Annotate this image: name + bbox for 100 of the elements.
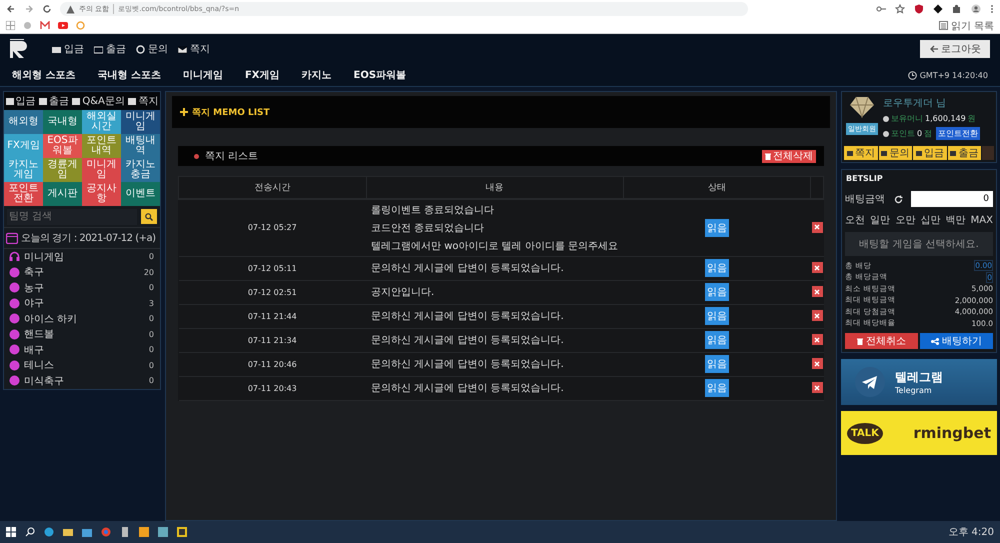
- top-link[interactable]: 입금: [52, 42, 84, 56]
- message-text[interactable]: 문의하신 게시글에 답변이 등록되었습니다.: [367, 355, 622, 373]
- top-link[interactable]: 문의: [136, 42, 168, 56]
- back-icon[interactable]: [6, 4, 16, 14]
- top-link[interactable]: 쪽지: [178, 42, 210, 56]
- refresh-icon[interactable]: [894, 194, 903, 204]
- browser-icon[interactable]: [44, 527, 54, 537]
- account-button[interactable]: 출금: [948, 146, 981, 160]
- convert-button[interactable]: 포인트전환: [936, 127, 980, 140]
- message-text[interactable]: 공지안입니다.: [367, 283, 622, 301]
- mail-icon[interactable]: [40, 21, 50, 30]
- delete-button[interactable]: [812, 262, 822, 274]
- video-icon[interactable]: [58, 21, 68, 30]
- nav-link[interactable]: 해외형 스포츠: [12, 68, 76, 82]
- delete-button[interactable]: [812, 222, 822, 233]
- amount-label: 배팅금액: [845, 193, 886, 206]
- search-icon: [145, 212, 153, 220]
- delete-button[interactable]: [812, 286, 822, 298]
- amount-button[interactable]: 십만: [920, 213, 940, 227]
- delete-button[interactable]: [812, 382, 822, 394]
- reload-icon[interactable]: [42, 4, 52, 14]
- amount-button[interactable]: 일만: [870, 213, 890, 227]
- delete-all-button[interactable]: 전체삭제: [762, 150, 816, 162]
- delete-button[interactable]: [812, 334, 822, 346]
- sport-item[interactable]: 아이스 하키 0: [4, 311, 160, 326]
- sport-item[interactable]: 미식축구 0: [4, 373, 160, 388]
- menu-button[interactable]: 해외형: [4, 110, 43, 134]
- search-field[interactable]: 팀명 검색: [7, 208, 137, 224]
- amount-button[interactable]: 백만: [946, 213, 966, 227]
- amount-button[interactable]: 오천: [845, 213, 865, 227]
- account-button[interactable]: 쪽지: [844, 146, 878, 160]
- amount-button[interactable]: MAX: [970, 213, 993, 227]
- account-button[interactable]: 문의: [878, 146, 912, 160]
- folder-icon[interactable]: [63, 527, 73, 537]
- puzzle-icon[interactable]: [952, 4, 962, 14]
- diamond-icon[interactable]: [933, 4, 943, 14]
- logo-icon[interactable]: [10, 39, 28, 59]
- sport-item[interactable]: 농구 0: [4, 280, 160, 296]
- status-badge: 읽음: [704, 283, 729, 301]
- sport-item[interactable]: 핸드볼 0: [4, 326, 160, 342]
- sport-item[interactable]: 야구 3: [4, 296, 160, 311]
- key-icon[interactable]: [876, 4, 886, 14]
- logout-button[interactable]: 로그아웃: [920, 40, 990, 58]
- apps-icon[interactable]: [6, 21, 15, 30]
- shield-icon[interactable]: [914, 4, 924, 14]
- sidebar-tab[interactable]: Q&A문의: [72, 94, 125, 108]
- message-text[interactable]: 텔레그램에서만 wo아이디로 텔레 아이디를 문의주세요: [367, 236, 622, 254]
- message-text[interactable]: 문의하신 게시글에 답변이 등록되었습니다.: [367, 331, 622, 349]
- cancel-button[interactable]: 전체취소: [845, 333, 918, 349]
- more-icon[interactable]: [990, 4, 994, 14]
- sport-item[interactable]: 축구 20: [4, 264, 160, 280]
- menu-button[interactable]: 이벤트: [121, 182, 160, 206]
- amount-button[interactable]: 오만: [895, 213, 916, 227]
- reading-list-button[interactable]: 읽기 목록: [938, 18, 994, 32]
- nav-link[interactable]: 국내형 스포츠: [97, 68, 161, 82]
- banner-title: 텔레그램: [895, 369, 943, 386]
- sidebar-tab[interactable]: 입금: [6, 94, 36, 108]
- table-cell: 07-11 21:44: [248, 312, 297, 320]
- menu-button[interactable]: EOS파워볼: [43, 134, 82, 158]
- menu-button[interactable]: 포인트전환: [4, 182, 43, 206]
- close-icon: [814, 288, 820, 295]
- message-text[interactable]: 코드안전 종료되었습니다: [367, 218, 622, 236]
- bet-button[interactable]: 배팅하기: [920, 333, 993, 349]
- nav-link[interactable]: FX게임: [244, 68, 280, 82]
- windows-icon[interactable]: [6, 527, 16, 537]
- menu-button[interactable]: 미니게임: [82, 158, 121, 182]
- sport-item[interactable]: 미니게임 0: [4, 249, 160, 264]
- sport-item[interactable]: 배구 0: [4, 342, 160, 358]
- kakao-banner[interactable]: TALK rmingbet: [841, 411, 997, 455]
- menu-button[interactable]: 게시판: [43, 182, 82, 206]
- message-text[interactable]: 롤링이벤트 종료되었습니다: [367, 200, 622, 218]
- telegram-banner[interactable]: 텔레그램 Telegram: [841, 359, 997, 405]
- account-button[interactable]: 입금: [913, 146, 946, 160]
- browser-icon[interactable]: [101, 527, 111, 537]
- star-icon[interactable]: [895, 4, 905, 14]
- delete-button[interactable]: [812, 310, 822, 322]
- message-text[interactable]: 문의하신 게시글에 답변이 등록되었습니다.: [367, 379, 622, 397]
- logout-icon: [929, 45, 938, 53]
- message-text[interactable]: 문의하신 게시글에 답변이 등록되었습니다.: [367, 259, 622, 277]
- menu-button[interactable]: 국내형: [43, 110, 82, 134]
- sport-item[interactable]: 테니스 0: [4, 358, 160, 373]
- menu-button[interactable]: 공지사항: [82, 182, 121, 206]
- search-icon[interactable]: [25, 527, 35, 537]
- nav-link[interactable]: EOS파워볼: [354, 68, 406, 82]
- sidebar-tab[interactable]: 쪽지: [128, 94, 158, 108]
- ball-icon: [9, 266, 20, 278]
- nav-link[interactable]: 카지노: [302, 68, 332, 82]
- store-icon[interactable]: [82, 527, 92, 537]
- sidebar-tab[interactable]: 출금: [39, 94, 70, 108]
- profile-icon[interactable]: [971, 4, 981, 14]
- amount-field[interactable]: 0: [911, 191, 993, 207]
- search-button[interactable]: [141, 209, 157, 224]
- close-icon: [814, 224, 820, 230]
- menu-button[interactable]: 미니게임: [121, 110, 160, 134]
- delete-button[interactable]: [812, 358, 822, 370]
- top-link[interactable]: 출금: [94, 42, 126, 56]
- message-text[interactable]: 문의하신 게시글에 답변이 등록되었습니다.: [367, 307, 622, 325]
- menu-button[interactable]: 배팅내역: [121, 134, 160, 158]
- nav-link[interactable]: 미니게임: [182, 68, 223, 82]
- menu-button[interactable]: 카지노충금: [121, 158, 160, 182]
